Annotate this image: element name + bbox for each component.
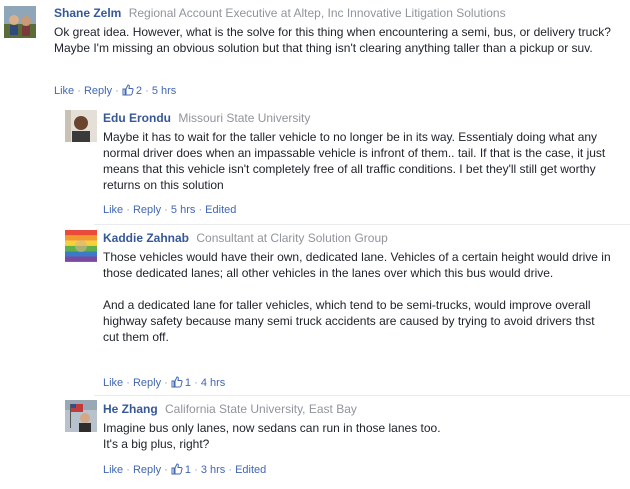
reply-button[interactable]: Reply xyxy=(133,204,161,216)
edited-label[interactable]: Edited xyxy=(235,464,266,476)
author-name[interactable]: Kaddie Zahnab xyxy=(103,231,189,245)
author-affiliation: California State University, East Bay xyxy=(165,402,357,416)
like-button[interactable]: Like xyxy=(103,464,123,476)
comment-text-paragraph-1: Those vehicles would have their own, ded… xyxy=(103,250,611,280)
edited-label[interactable]: Edited xyxy=(205,204,236,216)
avatar-image xyxy=(65,110,97,142)
comment-text-line-2: It's a big plus, right? xyxy=(103,437,210,451)
avatar[interactable] xyxy=(65,110,97,142)
like-count[interactable]: 2 xyxy=(122,84,145,97)
timestamp[interactable]: 5 hrs xyxy=(152,85,176,97)
author-affiliation: Regional Account Executive at Altep, Inc… xyxy=(128,6,506,20)
author-name[interactable]: Edu Erondu xyxy=(103,111,171,125)
divider xyxy=(94,395,630,396)
like-count[interactable]: 1 xyxy=(171,463,194,476)
comment-text-line-1: Imagine bus only lanes, now sedans can r… xyxy=(103,421,441,435)
comment-text-paragraph-2: And a dedicated lane for taller vehicles… xyxy=(103,298,595,344)
avatar-image xyxy=(65,230,97,262)
like-button[interactable]: Like xyxy=(54,85,74,97)
avatar-image xyxy=(4,6,36,38)
like-button[interactable]: Like xyxy=(103,204,123,216)
timestamp[interactable]: 4 hrs xyxy=(201,377,225,389)
thumbs-up-icon xyxy=(122,84,134,96)
like-count[interactable]: 1 xyxy=(171,376,194,389)
author-name[interactable]: Shane Zelm xyxy=(54,6,121,20)
reply-button[interactable]: Reply xyxy=(133,377,161,389)
avatar[interactable] xyxy=(4,6,36,38)
author-affiliation: Missouri State University xyxy=(178,111,311,125)
timestamp[interactable]: 3 hrs xyxy=(201,464,225,476)
reply-button[interactable]: Reply xyxy=(133,464,161,476)
like-count-value: 1 xyxy=(184,464,192,476)
comment-text: Ok great idea. However, what is the solv… xyxy=(54,25,611,55)
like-count-value: 2 xyxy=(135,85,143,97)
comment-text: Maybe it has to wait for the taller vehi… xyxy=(103,130,606,192)
author-affiliation: Consultant at Clarity Solution Group xyxy=(196,231,388,245)
like-button[interactable]: Like xyxy=(103,377,123,389)
thumbs-up-icon xyxy=(171,376,183,388)
avatar-image xyxy=(65,400,97,432)
divider xyxy=(94,224,630,225)
thumbs-up-icon xyxy=(171,463,183,475)
avatar[interactable] xyxy=(65,230,97,262)
timestamp[interactable]: 5 hrs xyxy=(171,204,195,216)
author-name[interactable]: He Zhang xyxy=(103,402,158,416)
like-count-value: 1 xyxy=(184,377,192,389)
avatar[interactable] xyxy=(65,400,97,432)
reply-button[interactable]: Reply xyxy=(84,85,112,97)
